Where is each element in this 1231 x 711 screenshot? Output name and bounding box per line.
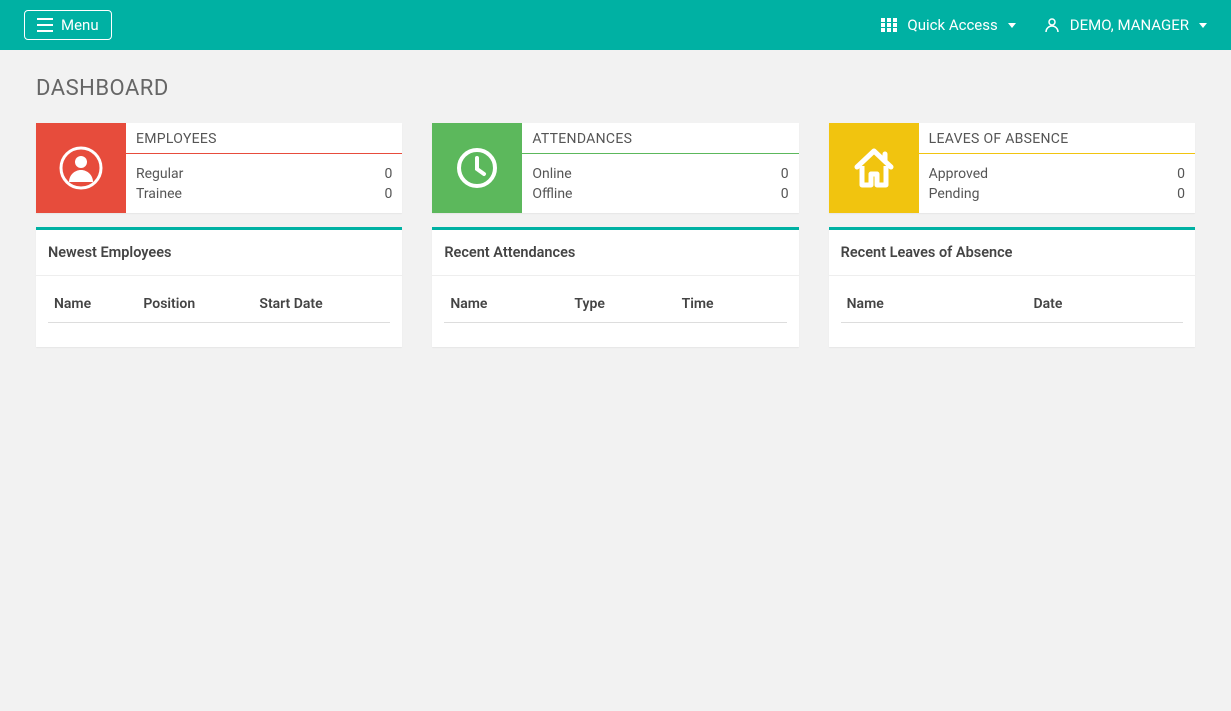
user-icon [1044, 17, 1060, 33]
col-attendances: ATTENDANCES Online 0 Offline 0 Recent [432, 123, 798, 347]
page-title: DASHBOARD [36, 76, 1195, 101]
dashboard-grid: EMPLOYEES Regular 0 Trainee 0 Newest E [36, 123, 1195, 347]
topbar-right: Quick Access DEMO, MANAGER [881, 16, 1207, 34]
stat-label: Pending [929, 186, 980, 202]
recent-attendances-panel: Recent Attendances Name Type Time [432, 227, 798, 347]
stat-value: 0 [781, 186, 789, 202]
stat-value: 0 [384, 186, 392, 202]
stat-label: Online [532, 166, 571, 182]
hamburger-icon [37, 18, 53, 32]
caret-down-icon [1199, 23, 1207, 28]
leaves-card-body: LEAVES OF ABSENCE Approved 0 Pending 0 [919, 123, 1195, 213]
col-leaves: LEAVES OF ABSENCE Approved 0 Pending 0 [829, 123, 1195, 347]
col-time: Time [676, 286, 787, 323]
stat-value: 0 [384, 166, 392, 182]
page-content: DASHBOARD EMPLOYEES [0, 50, 1231, 373]
stat-value: 0 [781, 166, 789, 182]
stat-label: Trainee [136, 186, 182, 202]
attendances-card-body: ATTENDANCES Online 0 Offline 0 [522, 123, 798, 213]
employees-card-body: EMPLOYEES Regular 0 Trainee 0 [126, 123, 402, 213]
person-icon [59, 146, 103, 190]
leaves-card-title: LEAVES OF ABSENCE [919, 123, 1195, 154]
menu-button[interactable]: Menu [24, 10, 112, 40]
col-name: Name [444, 286, 568, 323]
topbar: Menu Quick Access [0, 0, 1231, 50]
panel-title: Newest Employees [36, 230, 402, 276]
attendances-card-title: ATTENDANCES [522, 123, 798, 154]
attendances-card: ATTENDANCES Online 0 Offline 0 [432, 123, 798, 213]
menu-label: Menu [61, 16, 99, 34]
stat-value: 0 [1177, 166, 1185, 182]
employees-card-rows: Regular 0 Trainee 0 [126, 154, 402, 213]
col-start-date: Start Date [253, 286, 390, 323]
stat-label: Offline [532, 186, 572, 202]
stat-row: Online 0 [532, 164, 788, 184]
panel-body: Name Date [829, 276, 1195, 347]
panel-body: Name Position Start Date [36, 276, 402, 347]
col-type: Type [568, 286, 675, 323]
user-name-label: DEMO, MANAGER [1070, 16, 1189, 34]
col-name: Name [48, 286, 137, 323]
stat-row: Pending 0 [929, 184, 1185, 204]
stat-row: Offline 0 [532, 184, 788, 204]
col-date: Date [1028, 286, 1183, 323]
employees-card-icon [36, 123, 126, 213]
clock-icon [455, 146, 499, 190]
recent-leaves-panel: Recent Leaves of Absence Name Date [829, 227, 1195, 347]
stat-row: Trainee 0 [136, 184, 392, 204]
user-dropdown[interactable]: DEMO, MANAGER [1044, 16, 1207, 34]
stat-row: Regular 0 [136, 164, 392, 184]
stat-value: 0 [1177, 186, 1185, 202]
stat-label: Regular [136, 166, 183, 182]
newest-employees-panel: Newest Employees Name Position Start Dat… [36, 227, 402, 347]
col-name: Name [841, 286, 1028, 323]
stat-label: Approved [929, 166, 988, 182]
grid-icon [881, 18, 897, 32]
stat-row: Approved 0 [929, 164, 1185, 184]
panel-title: Recent Attendances [432, 230, 798, 276]
panel-title: Recent Leaves of Absence [829, 230, 1195, 276]
employees-card: EMPLOYEES Regular 0 Trainee 0 [36, 123, 402, 213]
employees-card-title: EMPLOYEES [126, 123, 402, 154]
leaves-card-icon [829, 123, 919, 213]
col-position: Position [137, 286, 253, 323]
leaves-card: LEAVES OF ABSENCE Approved 0 Pending 0 [829, 123, 1195, 213]
leaves-card-rows: Approved 0 Pending 0 [919, 154, 1195, 213]
recent-leaves-table: Name Date [841, 286, 1183, 323]
recent-attendances-table: Name Type Time [444, 286, 786, 323]
caret-down-icon [1008, 23, 1016, 28]
col-employees: EMPLOYEES Regular 0 Trainee 0 Newest E [36, 123, 402, 347]
newest-employees-table: Name Position Start Date [48, 286, 390, 323]
panel-body: Name Type Time [432, 276, 798, 347]
attendances-card-icon [432, 123, 522, 213]
attendances-card-rows: Online 0 Offline 0 [522, 154, 798, 213]
quick-access-label: Quick Access [907, 16, 997, 34]
quick-access-dropdown[interactable]: Quick Access [881, 16, 1015, 34]
home-icon [851, 147, 897, 189]
